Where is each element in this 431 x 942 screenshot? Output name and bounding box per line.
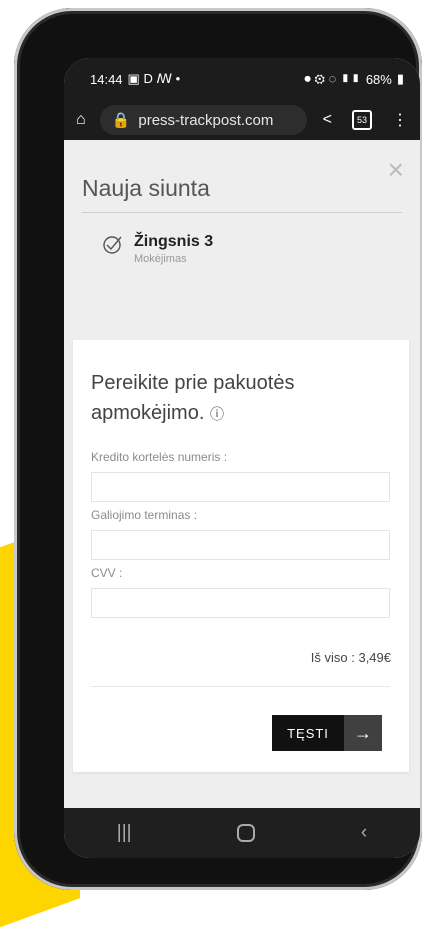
payment-card: Pereikite prie pakuotės apmokėjimo. ⓘ Kr… bbox=[73, 340, 409, 772]
status-right-icons: ⏺ ⚙ ◌ ▮▮ bbox=[304, 71, 361, 86]
modal-header: Nauja siunta bbox=[64, 140, 420, 212]
continue-button[interactable]: TĘSTI → bbox=[272, 715, 382, 751]
info-icon[interactable]: ⓘ bbox=[210, 406, 224, 422]
url-text: press-trackpost.com bbox=[138, 111, 274, 129]
address-bar[interactable]: 🔒 press-trackpost.com bbox=[99, 105, 307, 135]
arrow-right-icon: → bbox=[344, 715, 382, 751]
page-content: Nauja siunta × Žingsnis 3 Mokėjimas Pere… bbox=[64, 140, 420, 808]
cvv-input[interactable] bbox=[91, 588, 390, 618]
expiry-input[interactable] bbox=[91, 530, 390, 560]
step-indicator: Žingsnis 3 Mokėjimas bbox=[64, 213, 420, 265]
cvv-label: CVV : bbox=[91, 566, 123, 580]
step-title: Žingsnis 3 bbox=[134, 233, 214, 250]
card-number-input[interactable] bbox=[91, 472, 390, 502]
tab-count-button[interactable]: 53 bbox=[352, 110, 372, 130]
android-nav-bar: ||| ‹ bbox=[64, 808, 420, 858]
back-icon[interactable]: ‹ bbox=[361, 822, 367, 844]
check-circle-icon bbox=[102, 233, 124, 265]
expiry-label: Galiojimo terminas : bbox=[91, 508, 198, 522]
home-button-icon[interactable] bbox=[237, 824, 256, 842]
recent-apps-icon[interactable]: ||| bbox=[117, 822, 132, 844]
payment-lead-text: Pereikite prie pakuotės apmokėjimo. bbox=[91, 372, 295, 424]
browser-toolbar: ⌂ 🔒 press-trackpost.com < 53 ⋮ bbox=[64, 100, 420, 140]
card-divider bbox=[91, 686, 390, 687]
lock-icon: 🔒 bbox=[111, 112, 131, 129]
total-amount: Iš viso : 3,49€ bbox=[310, 650, 391, 665]
battery-percent: 68% bbox=[365, 71, 392, 87]
card-number-label: Kredito kortelės numeris : bbox=[91, 450, 228, 464]
menu-icon[interactable]: ⋮ bbox=[392, 110, 408, 130]
phone-frame: 14:44 ▣ D ꟿ • ⏺ ⚙ ◌ ▮▮ 68% ▮ ⌂ 🔒 press-t… bbox=[14, 8, 422, 890]
phone-screen: 14:44 ▣ D ꟿ • ⏺ ⚙ ◌ ▮▮ 68% ▮ ⌂ 🔒 press-t… bbox=[64, 58, 420, 858]
status-time: 14:44 bbox=[90, 71, 123, 87]
modal-title: Nauja siunta bbox=[82, 175, 210, 201]
continue-label: TĘSTI bbox=[272, 715, 344, 751]
home-icon[interactable]: ⌂ bbox=[76, 111, 86, 129]
share-icon[interactable]: < bbox=[323, 111, 332, 129]
status-left-icons: ▣ D ꟿ • bbox=[127, 71, 181, 86]
close-icon[interactable]: × bbox=[388, 154, 404, 186]
battery-icon: ▮ bbox=[396, 71, 404, 86]
step-subtitle: Mokėjimas bbox=[134, 253, 187, 265]
status-bar: 14:44 ▣ D ꟿ • ⏺ ⚙ ◌ ▮▮ 68% ▮ bbox=[64, 58, 420, 100]
